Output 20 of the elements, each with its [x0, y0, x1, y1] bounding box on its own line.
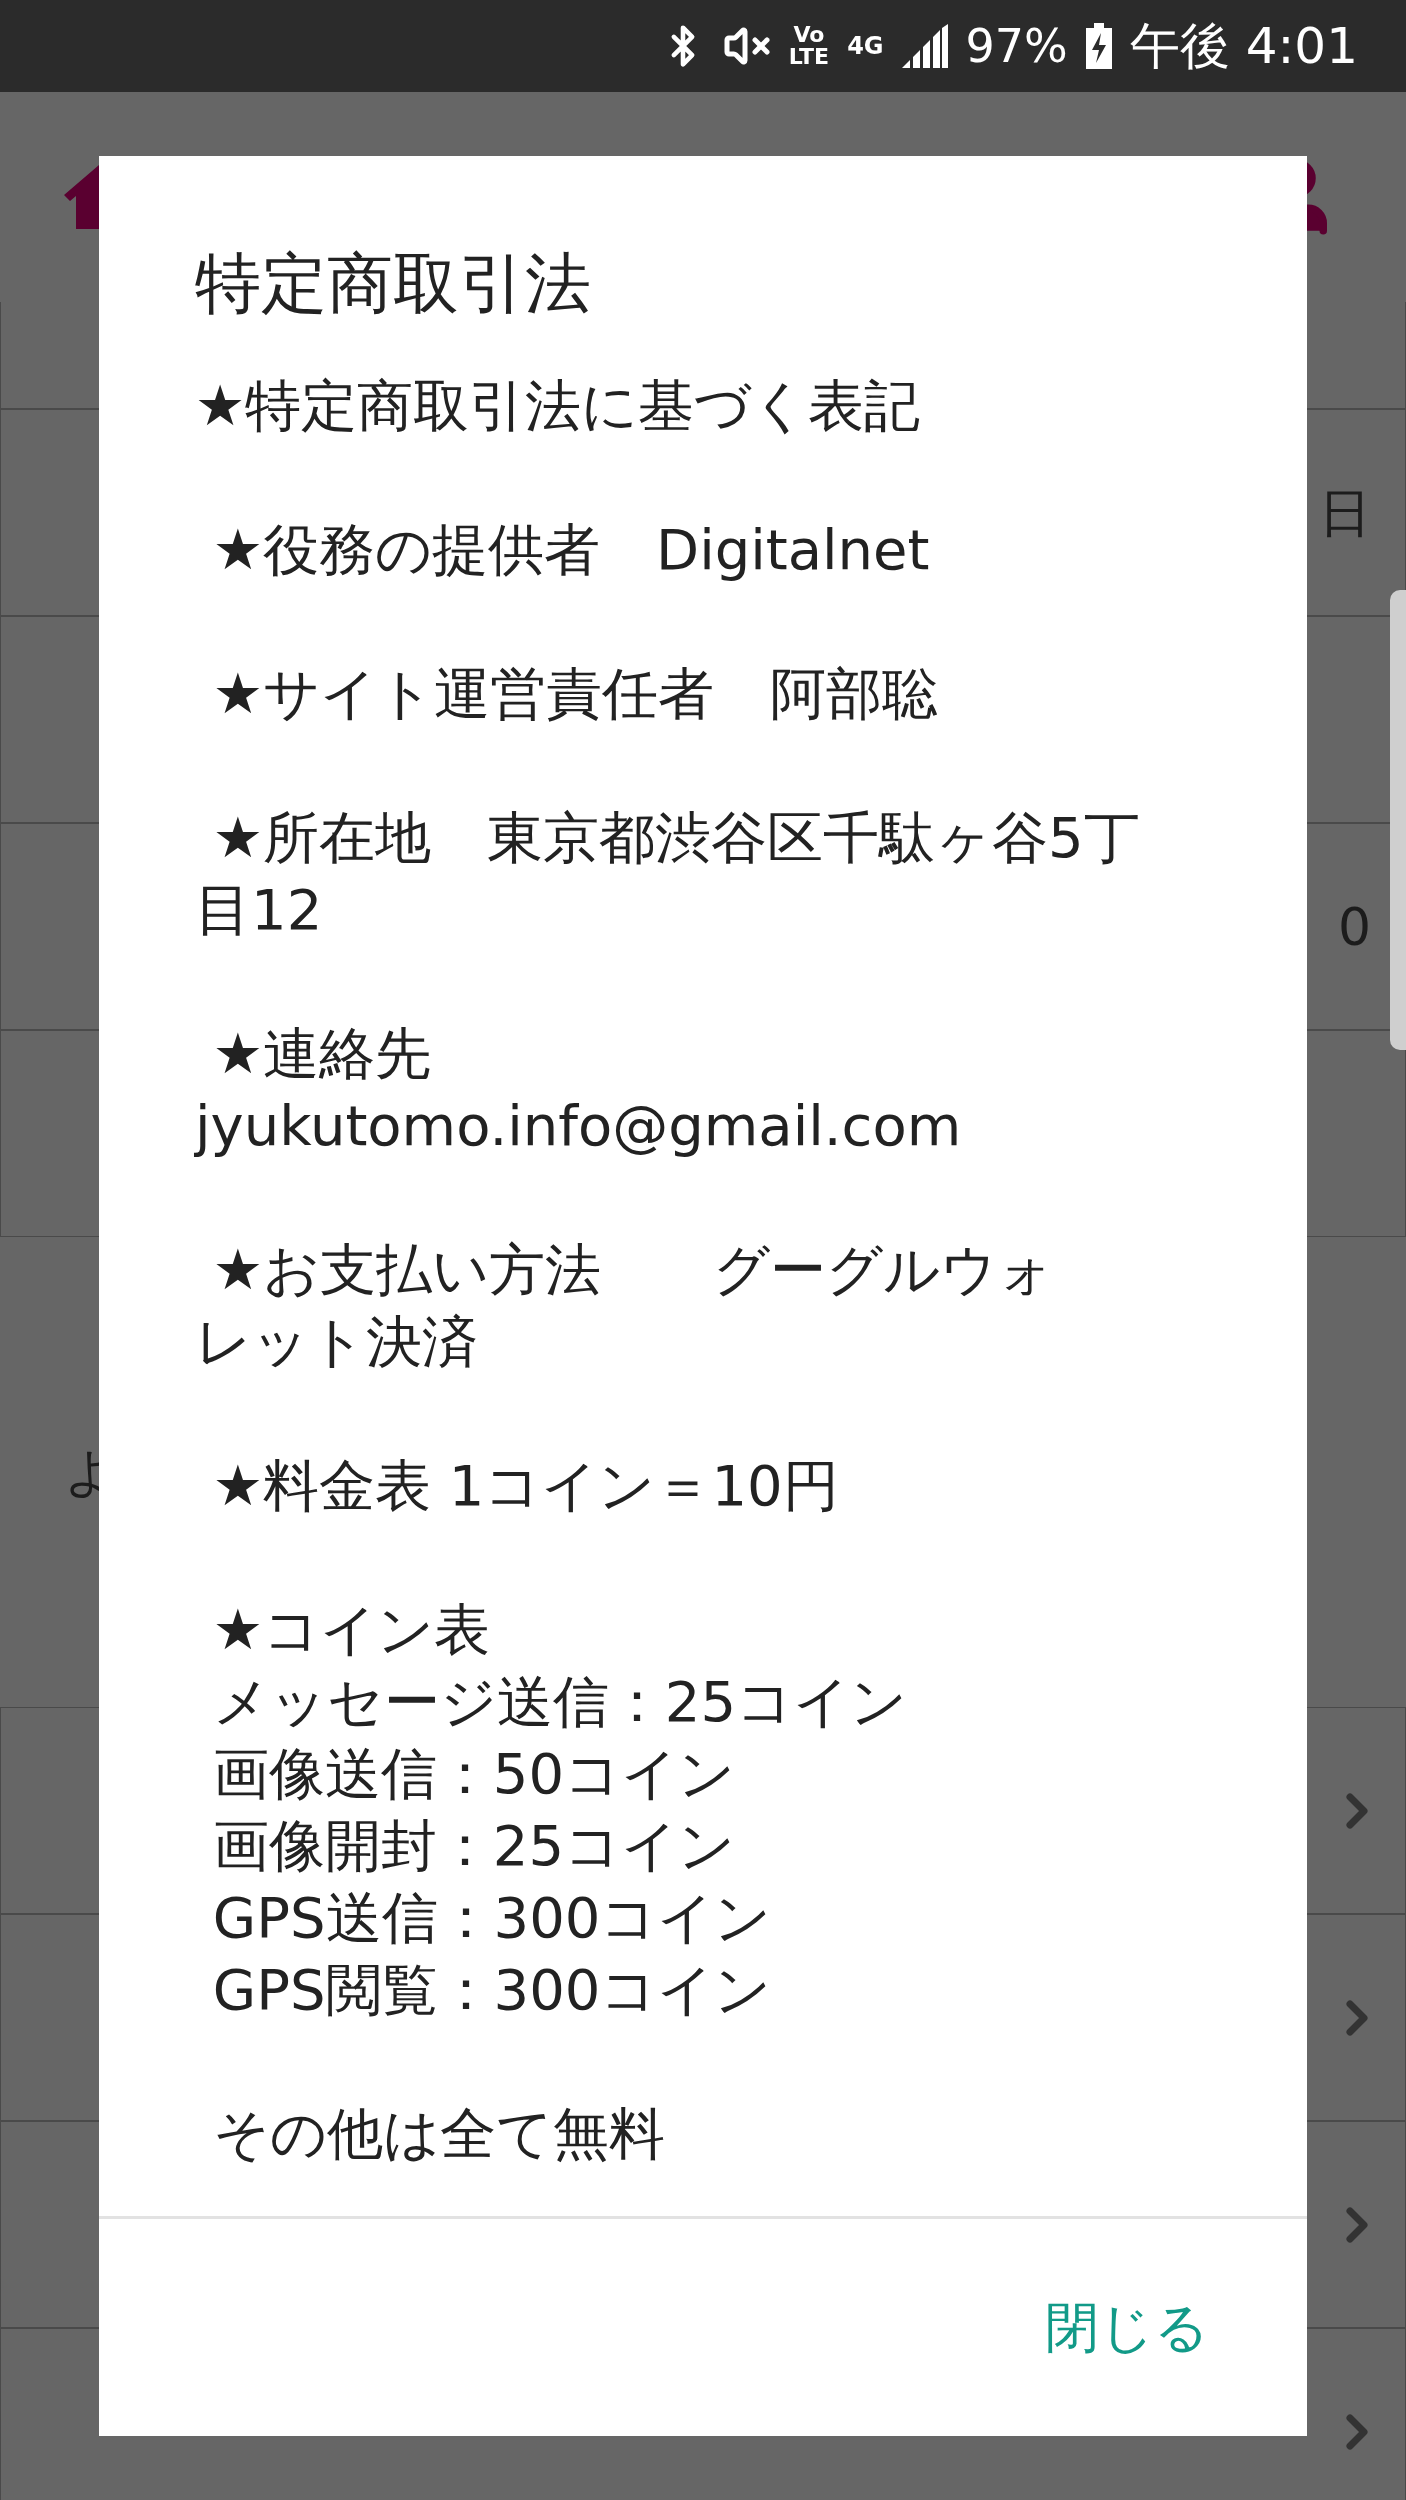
battery-percent: 97% — [965, 17, 1068, 75]
dialog-paragraph: ★サイト運営責任者 阿部聡 — [211, 660, 939, 728]
dialog-paragraph: ★連絡先 jyukutomo.info@gmail.com — [195, 1020, 963, 1160]
row-value: 0 — [1337, 895, 1371, 959]
dialog-paragraph: ★お支払い方法 グーグルウォ レット決済 — [195, 1236, 1055, 1376]
volte-label: Vo — [793, 24, 825, 46]
dialog-paragraph: ★料金表 1コイン＝10円 — [211, 1452, 840, 1520]
dialog-paragraph: その他は全て無料 — [211, 2100, 666, 2168]
dialog-paragraph: ★役務の提供者 Digitalnet — [211, 516, 931, 584]
dialog-paragraph: ★コイン表 メッセージ送信：25コイン 画像送信：50コイン 画像開封：25コイン GPS送信：300コイン GPS閲覧：300コイン — [211, 1596, 909, 2024]
lte-label: LTE — [788, 46, 830, 68]
network-label: 4G — [847, 31, 884, 62]
clock: 午後 4:01 — [1129, 15, 1358, 77]
dialog-paragraph: ★特定商取引法に基づく表記 — [195, 372, 922, 440]
row-value: 日 — [1319, 481, 1371, 545]
battery-charging-icon — [1085, 23, 1112, 69]
signal-icon — [901, 24, 948, 68]
dialog-paragraph: ★所在地 東京都渋谷区千駄ヶ谷5丁 目12 — [195, 804, 1141, 944]
dialog-title: 特定商取引法 — [195, 244, 592, 324]
close-button[interactable]: 閉じる — [1037, 2283, 1217, 2372]
